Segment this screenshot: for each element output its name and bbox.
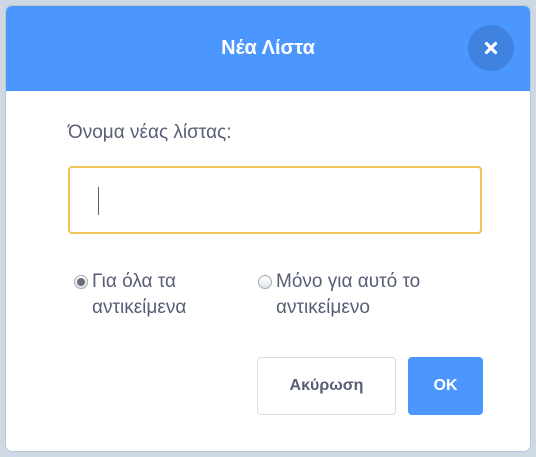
radio-this-sprite-only-label: Μόνο για αυτό το αντικείμενο [276,271,421,318]
close-button[interactable] [468,25,514,71]
radio-all-sprites[interactable]: Για όλα τα αντικείμενα [68,269,238,321]
list-name-label: Όνομα νέας λίστας: [68,122,232,143]
dialog-title: Νέα Λίστα [221,37,315,59]
dialog-header: Νέα Λίστα [6,6,530,91]
radio-unselected-icon [258,275,272,289]
radio-selected-icon [74,275,88,289]
new-list-dialog: Νέα Λίστα Όνομα νέας λίστας: Για όλα τα … [6,6,530,451]
radio-all-sprites-label: Για όλα τα αντικείμενα [92,271,187,318]
close-x-icon [484,41,498,55]
radio-dot [77,278,85,286]
radio-this-sprite-only[interactable]: Μόνο για αυτό το αντικείμενο [252,269,482,321]
dialog-frame: Νέα Λίστα Όνομα νέας λίστας: Για όλα τα … [0,0,536,457]
ok-button[interactable]: OK [408,357,483,415]
cancel-button[interactable]: Ακύρωση [257,357,396,415]
text-caret [98,187,99,215]
list-name-input[interactable] [68,166,482,234]
